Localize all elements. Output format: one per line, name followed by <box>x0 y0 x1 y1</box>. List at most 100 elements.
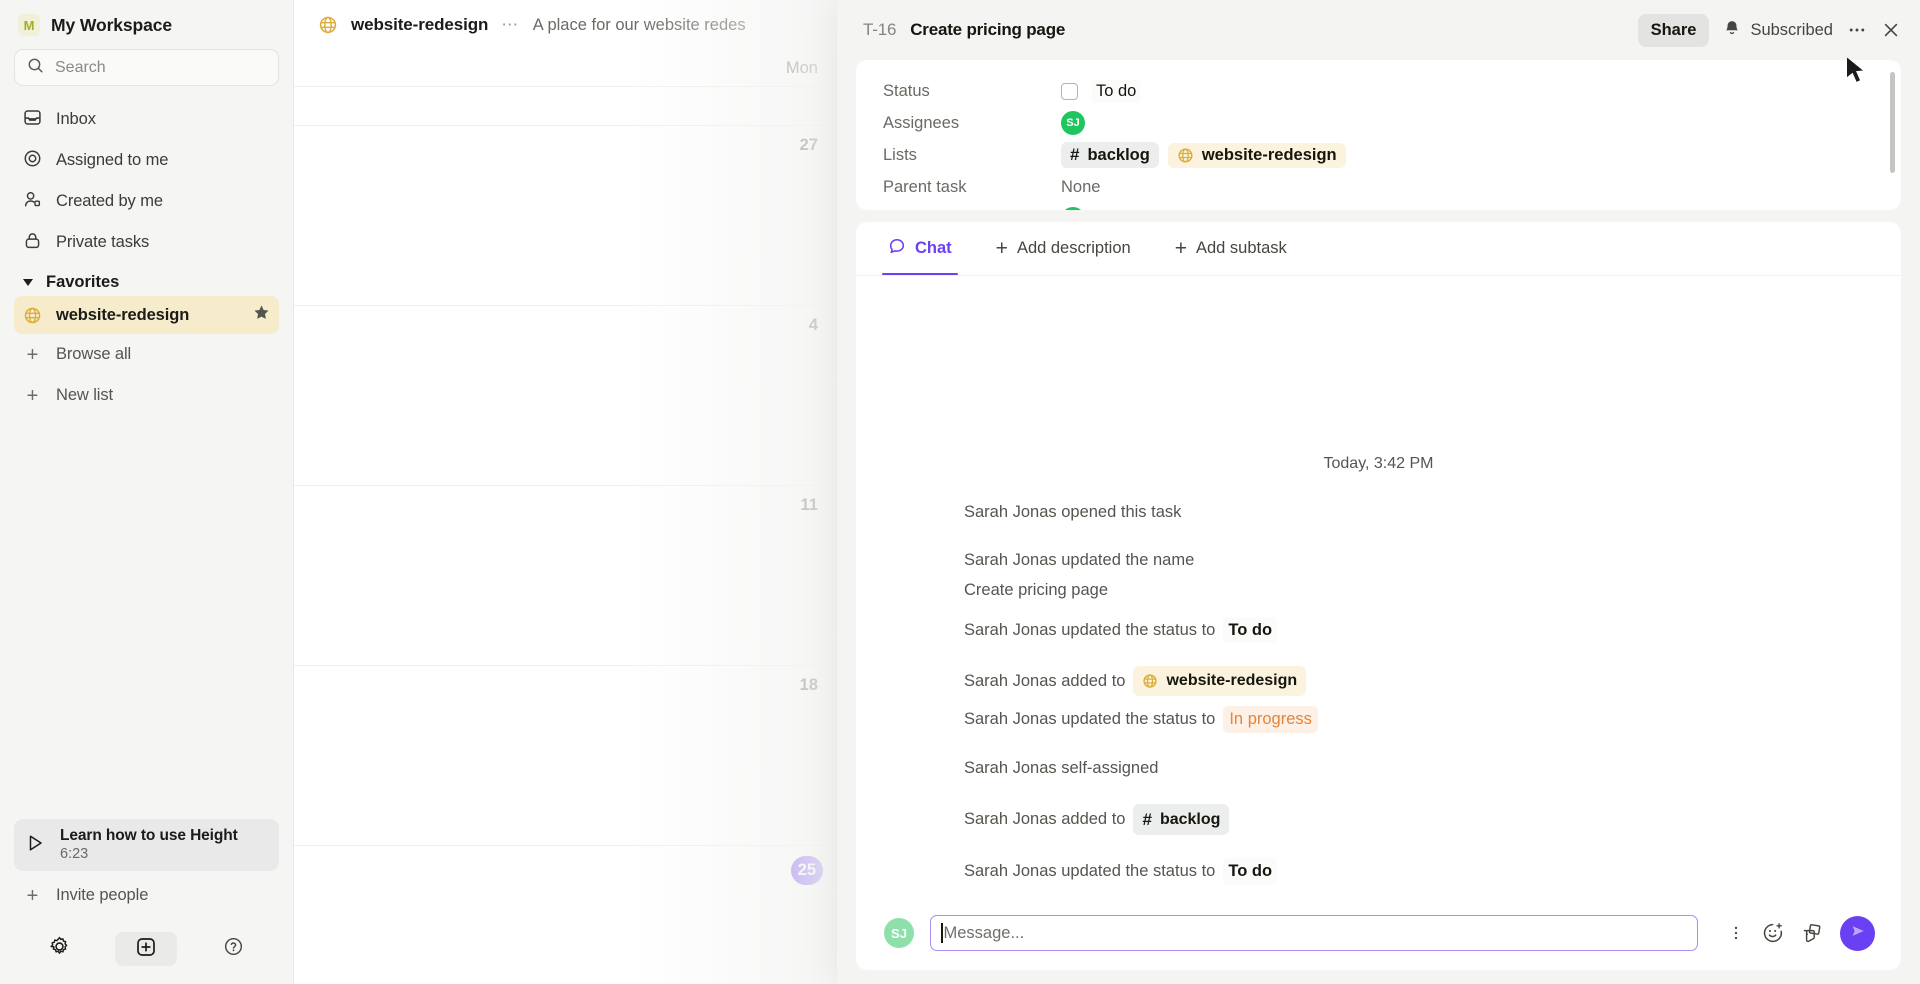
sidebar-item-private-tasks[interactable]: Private tasks <box>14 222 279 263</box>
settings-button[interactable] <box>40 933 80 965</box>
property-row-assignees: Assignees SJ <box>856 107 1901 139</box>
status-value[interactable]: To do <box>1061 79 1141 103</box>
task-id: T-16 <box>863 20 897 39</box>
more-vertical-icon[interactable] <box>1727 924 1745 942</box>
task-content-card: Chat + Add description + Add subtask Tod… <box>856 222 1901 970</box>
tab-label: Chat <box>915 239 952 257</box>
message-input[interactable]: Message... <box>930 915 1698 951</box>
send-button[interactable] <box>1840 915 1875 951</box>
list-description: A place for our website redes <box>532 15 746 34</box>
sticker-icon[interactable] <box>1801 922 1823 944</box>
activity-item: Sarah Jonas opened this task <box>890 495 1867 530</box>
calendar-cell[interactable] <box>294 87 836 125</box>
activity-text: Sarah Jonas updated the name <box>964 551 1195 569</box>
list-more-icon[interactable]: ⋯ <box>501 15 520 35</box>
activity-text: Sarah Jonas updated the status to <box>964 710 1216 729</box>
more-options-icon[interactable] <box>1847 20 1867 40</box>
property-label: Lists <box>883 145 917 164</box>
sidebar-item-created-by-me[interactable]: Created by me <box>14 181 279 222</box>
globe-icon <box>1177 147 1194 164</box>
plus-icon: + <box>26 384 39 407</box>
list-title[interactable]: website-redesign <box>351 15 488 35</box>
tab-add-description[interactable]: + Add description <box>990 222 1137 275</box>
activity-item: Sarah Jonas added to # backlog <box>890 799 1867 841</box>
sidebar-item-label: Created by me <box>56 192 163 210</box>
properties-scrollbar[interactable] <box>1890 72 1895 173</box>
calendar-cell[interactable]: 11 <box>294 486 836 665</box>
send-icon <box>1849 922 1867 945</box>
task-tabs: Chat + Add description + Add subtask <box>856 222 1901 276</box>
property-label: Created by <box>883 210 1061 211</box>
message-placeholder: Message... <box>943 923 1025 942</box>
chip-label: backlog <box>1087 145 1150 164</box>
avatar: SJ <box>884 918 914 948</box>
calendar-cell-today[interactable]: 25 <box>294 846 836 984</box>
calendar-cell[interactable]: 18 <box>294 666 836 845</box>
property-row-created-by: Created by SJ <box>856 203 1901 210</box>
status-badge: To do <box>1223 616 1278 644</box>
calendar-cell[interactable]: 4 <box>294 306 836 485</box>
search-input[interactable]: Search <box>14 49 279 86</box>
sidebar-item-label: website-redesign <box>56 305 190 324</box>
activity-text: Sarah Jonas opened this task <box>964 503 1182 522</box>
activity-text: Sarah Jonas added to <box>964 671 1126 690</box>
sidebar-item-assigned-to-me[interactable]: Assigned to me <box>14 140 279 181</box>
tab-add-subtask[interactable]: + Add subtask <box>1169 222 1293 275</box>
feed-date-divider: Today, 3:42 PM <box>1323 455 1434 473</box>
chevron-down-icon <box>23 279 33 286</box>
help-button[interactable] <box>213 933 253 965</box>
sidebar-item-website-redesign[interactable]: website-redesign <box>14 296 279 334</box>
created-by-value: SJ <box>1061 207 1085 210</box>
emoji-icon[interactable] <box>1762 922 1784 944</box>
assignees-value[interactable]: SJ <box>1061 111 1085 135</box>
message-composer: SJ Message... <box>856 896 1901 970</box>
help-icon <box>223 936 244 962</box>
subscribed-button[interactable]: Subscribed <box>1723 19 1833 42</box>
browse-all-button[interactable]: + Browse all <box>14 334 279 375</box>
person-icon <box>23 190 42 214</box>
star-icon[interactable] <box>253 304 270 326</box>
plus-icon: + <box>995 237 1008 260</box>
invite-people-label: Invite people <box>56 886 149 904</box>
browse-all-label: Browse all <box>56 345 132 363</box>
day-name: Mon <box>294 50 836 86</box>
tab-label: Add subtask <box>1195 239 1287 257</box>
lists-value: # backlog website-redesign <box>1061 142 1346 168</box>
sidebar: M My Workspace Search Inbox Assigned to … <box>0 0 294 984</box>
activity-feed: Today, 3:42 PM Sarah Jonas opened this t… <box>856 276 1901 896</box>
sidebar-item-inbox[interactable]: Inbox <box>14 99 279 140</box>
list-chip-website-redesign[interactable]: website-redesign <box>1167 142 1346 168</box>
play-icon <box>24 832 46 859</box>
workspace-avatar: M <box>18 14 40 36</box>
primary-nav: Inbox Assigned to me Created by me Priva… <box>0 96 293 263</box>
workspace-header[interactable]: M My Workspace <box>0 0 293 46</box>
favorites-section-header[interactable]: Favorites <box>0 263 293 296</box>
close-icon[interactable] <box>1881 20 1901 40</box>
task-properties-list: Status To do Assignees SJ Lists # backlo… <box>856 60 1901 210</box>
task-title[interactable]: Create pricing page <box>910 20 1065 40</box>
tab-chat[interactable]: Chat <box>882 222 958 275</box>
add-box-icon <box>135 936 157 963</box>
parent-task-value[interactable]: None <box>1061 178 1100 197</box>
invite-people-button[interactable]: + Invite people <box>14 875 279 916</box>
target-icon <box>23 149 42 173</box>
new-list-label: New list <box>56 386 113 404</box>
badge-label: backlog <box>1159 810 1221 828</box>
task-detail-panel: T-16 Create pricing page Share Subscribe… <box>837 0 1920 984</box>
list-badge[interactable]: # backlog <box>1133 803 1230 836</box>
list-badge[interactable]: website-redesign <box>1133 666 1307 697</box>
share-button[interactable]: Share <box>1637 13 1710 47</box>
property-row-lists: Lists # backlog website-redesign <box>856 139 1901 171</box>
learn-how-to-use-height-card[interactable]: Learn how to use Height 6:23 <box>14 819 279 871</box>
learn-card-duration: 6:23 <box>60 846 89 863</box>
calendar-cell[interactable]: 27 <box>294 126 836 305</box>
plus-icon: + <box>26 884 39 907</box>
task-properties-card: Status To do Assignees SJ Lists # backlo… <box>856 60 1901 210</box>
new-list-button[interactable]: + New list <box>14 375 279 416</box>
list-chip-backlog[interactable]: # backlog <box>1061 142 1159 168</box>
globe-icon <box>23 306 42 325</box>
add-button[interactable] <box>115 932 178 966</box>
lock-icon <box>23 231 42 255</box>
activity-item-continuation: Create pricing page <box>890 578 1867 612</box>
